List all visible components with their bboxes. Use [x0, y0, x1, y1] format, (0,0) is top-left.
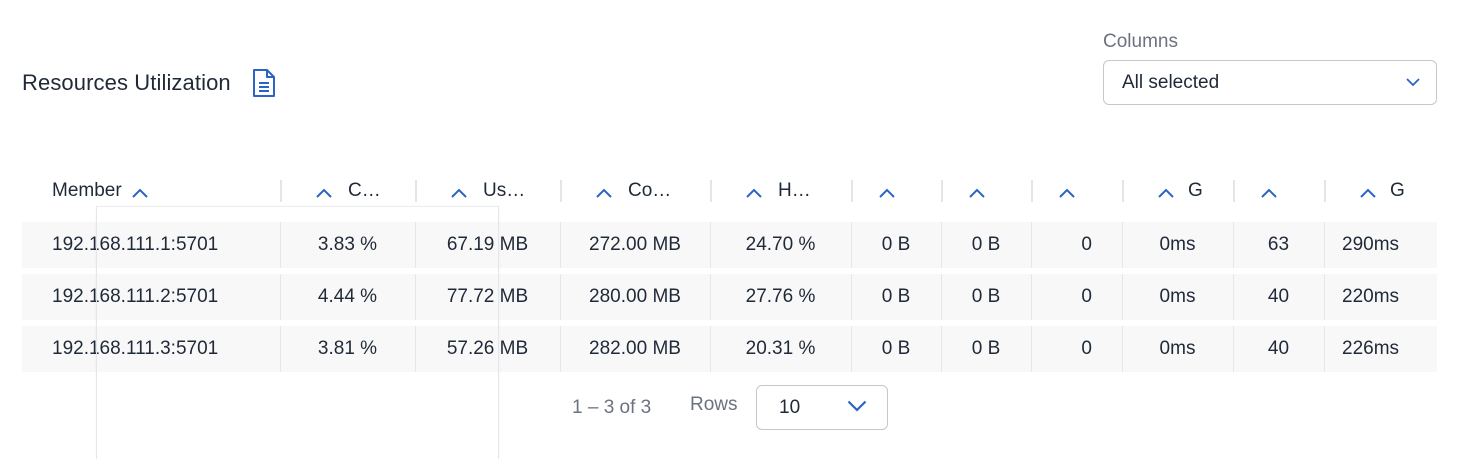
- rows-per-page-select[interactable]: 10: [756, 385, 888, 430]
- column-header-label: Us…: [483, 180, 526, 201]
- cell-7: 0 B: [941, 222, 1031, 268]
- column-divider: [941, 180, 943, 202]
- document-icon[interactable]: [251, 68, 277, 98]
- column-header-heap[interactable]: H…: [710, 166, 851, 216]
- cell-used-memory: 57.26 MB: [415, 326, 560, 372]
- column-header-label: G: [1390, 180, 1405, 201]
- cell-11: 226ms: [1324, 326, 1437, 372]
- column-divider: [1031, 180, 1033, 202]
- cell-6: 0 B: [851, 222, 941, 268]
- cell-9: 0ms: [1122, 222, 1233, 268]
- column-header-used-memory[interactable]: Us…: [415, 166, 560, 216]
- cell-10: 40: [1233, 326, 1324, 372]
- cell-member: 192.168.111.3:5701: [22, 326, 280, 372]
- sort-ascending-icon[interactable]: [314, 184, 334, 198]
- cell-9: 0ms: [1122, 274, 1233, 320]
- sort-ascending-icon[interactable]: [967, 184, 987, 198]
- column-header-label: C…: [348, 180, 381, 201]
- sort-ascending-icon[interactable]: [1156, 184, 1176, 198]
- table-row[interactable]: 192.168.111.2:5701 4.44 % 77.72 MB 280.0…: [22, 274, 1437, 320]
- cell-used-memory: 67.19 MB: [415, 222, 560, 268]
- cell-8: 0: [1031, 222, 1122, 268]
- column-header-11[interactable]: G: [1324, 166, 1437, 216]
- sort-ascending-icon[interactable]: [130, 184, 150, 198]
- cell-10: 40: [1233, 274, 1324, 320]
- cell-heap: 24.70 %: [710, 222, 851, 268]
- cell-committed-memory: 282.00 MB: [560, 326, 710, 372]
- cell-heap: 27.76 %: [710, 274, 851, 320]
- cell-member: 192.168.111.1:5701: [22, 222, 280, 268]
- column-header-6[interactable]: [851, 166, 941, 216]
- cell-6: 0 B: [851, 326, 941, 372]
- column-header-10[interactable]: [1233, 166, 1324, 216]
- column-divider: [560, 180, 562, 202]
- column-divider: [710, 180, 712, 202]
- column-divider: [851, 180, 853, 202]
- column-divider: [280, 180, 282, 202]
- table-header-row: Member C… Us… Co… H… G G: [22, 166, 1437, 216]
- sort-ascending-icon[interactable]: [594, 184, 614, 198]
- sort-ascending-icon[interactable]: [1057, 184, 1077, 198]
- cell-cpu: 3.83 %: [280, 222, 415, 268]
- column-divider: [1233, 180, 1235, 202]
- sort-ascending-icon[interactable]: [877, 184, 897, 198]
- cell-7: 0 B: [941, 274, 1031, 320]
- columns-filter: Columns All selected: [1103, 30, 1437, 105]
- cell-11: 290ms: [1324, 222, 1437, 268]
- rows-per-page-label: Rows: [690, 394, 738, 415]
- page-title: Resources Utilization: [22, 70, 231, 95]
- cell-8: 0: [1031, 326, 1122, 372]
- chevron-down-icon: [847, 399, 867, 417]
- pagination-range: 1 – 3 of 3: [572, 397, 652, 418]
- column-header-label: Co…: [628, 180, 672, 201]
- column-divider: [1324, 180, 1326, 202]
- column-divider: [415, 180, 417, 202]
- columns-label: Columns: [1103, 31, 1178, 52]
- cell-member: 192.168.111.2:5701: [22, 274, 280, 320]
- column-header-label: Member: [52, 180, 122, 201]
- column-header-9[interactable]: G: [1122, 166, 1233, 216]
- sort-ascending-icon[interactable]: [744, 184, 764, 198]
- cell-cpu: 4.44 %: [280, 274, 415, 320]
- column-header-label: G: [1188, 180, 1203, 201]
- cell-committed-memory: 280.00 MB: [560, 274, 710, 320]
- page-header: Resources Utilization: [22, 68, 277, 98]
- resources-table: Member C… Us… Co… H… G G 192.168.111.1:5…: [22, 160, 1437, 378]
- columns-select[interactable]: All selected: [1103, 60, 1437, 105]
- column-header-cpu[interactable]: C…: [280, 166, 415, 216]
- column-header-8[interactable]: [1031, 166, 1122, 216]
- cell-11: 220ms: [1324, 274, 1437, 320]
- cell-heap: 20.31 %: [710, 326, 851, 372]
- column-header-label: H…: [778, 180, 811, 201]
- table-row[interactable]: 192.168.111.3:5701 3.81 % 57.26 MB 282.0…: [22, 326, 1437, 372]
- cell-committed-memory: 272.00 MB: [560, 222, 710, 268]
- cell-6: 0 B: [851, 274, 941, 320]
- cell-used-memory: 77.72 MB: [415, 274, 560, 320]
- sort-ascending-icon[interactable]: [1358, 184, 1378, 198]
- sort-ascending-icon[interactable]: [1259, 184, 1279, 198]
- column-header-7[interactable]: [941, 166, 1031, 216]
- cell-10: 63: [1233, 222, 1324, 268]
- chevron-down-icon: [1406, 74, 1420, 92]
- sort-ascending-icon[interactable]: [449, 184, 469, 198]
- column-header-committed-memory[interactable]: Co…: [560, 166, 710, 216]
- rows-per-page-value: 10: [779, 396, 801, 418]
- cell-cpu: 3.81 %: [280, 326, 415, 372]
- table-row[interactable]: 192.168.111.1:5701 3.83 % 67.19 MB 272.0…: [22, 222, 1437, 268]
- cell-7: 0 B: [941, 326, 1031, 372]
- cell-9: 0ms: [1122, 326, 1233, 372]
- column-divider: [1122, 180, 1124, 202]
- columns-select-value: All selected: [1122, 71, 1220, 93]
- column-header-member[interactable]: Member: [22, 166, 280, 216]
- cell-8: 0: [1031, 274, 1122, 320]
